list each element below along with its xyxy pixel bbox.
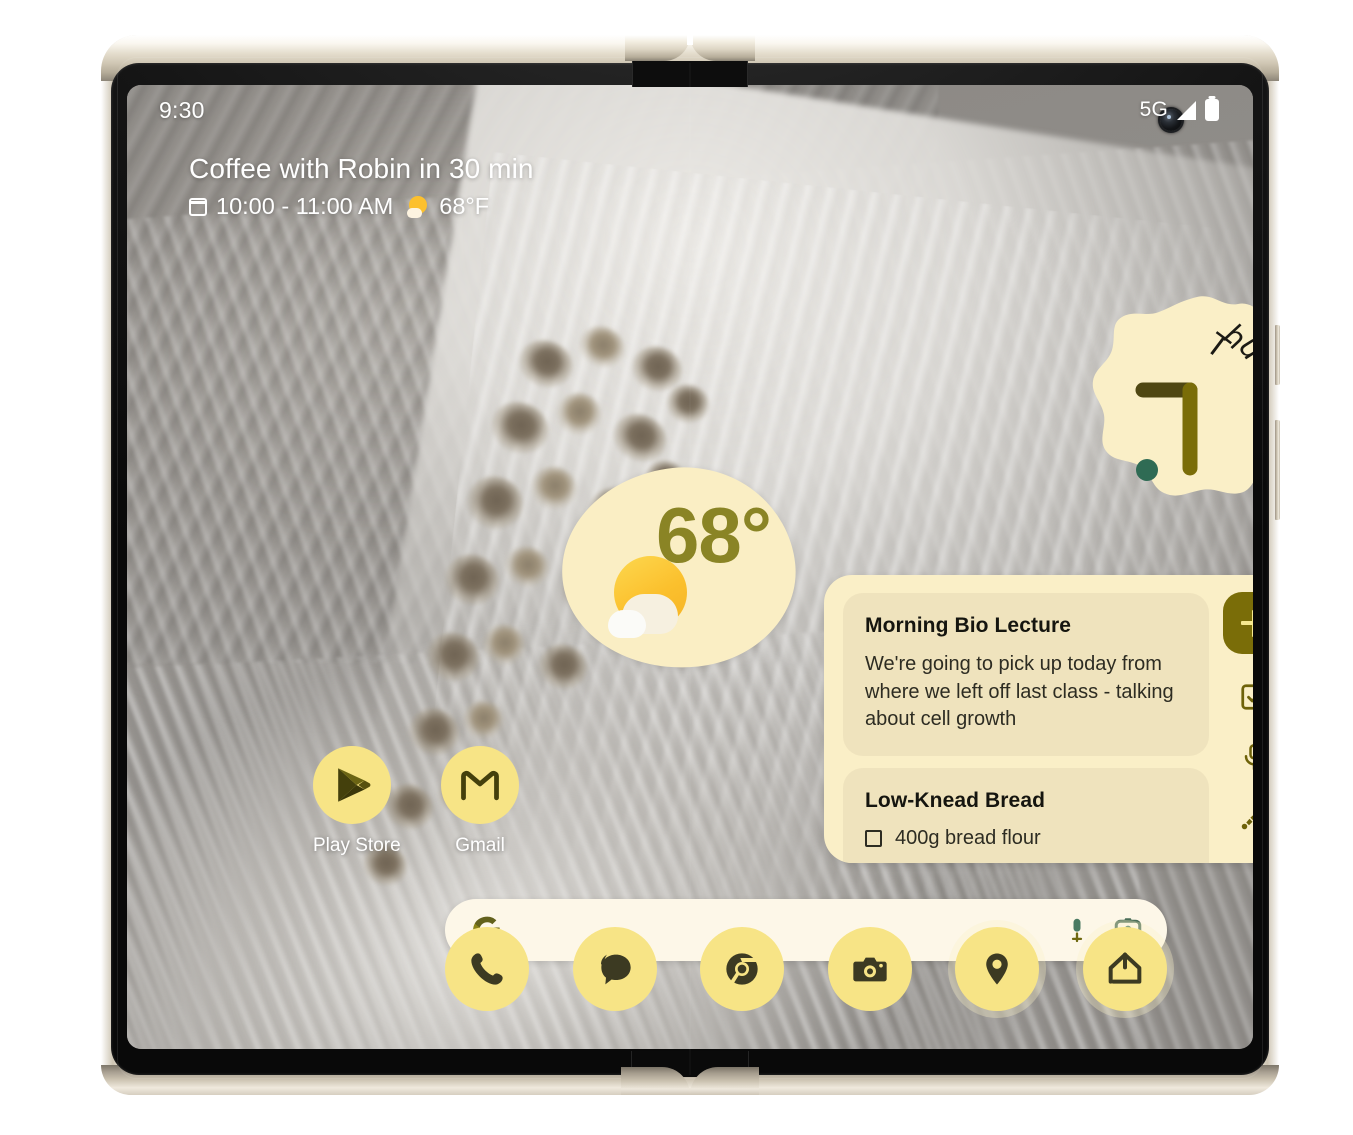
note-card[interactable]: Low-Knead Bread 400g bread flour 8g salt — [843, 767, 1209, 863]
camera-icon — [853, 957, 887, 982]
app-label: Play Store — [313, 835, 401, 856]
battery-full-icon — [1205, 99, 1219, 121]
chrome-icon — [726, 953, 758, 987]
app-play-store[interactable]: Play Store — [313, 746, 401, 857]
play-store-icon — [338, 768, 371, 802]
clock-day-label: T h u 4 — [1199, 318, 1253, 383]
hinge-notch-top — [625, 35, 755, 65]
checkbox-checked-icon — [1241, 684, 1253, 710]
power-button[interactable] — [1275, 325, 1280, 385]
keep-notes-widget[interactable]: Morning Bio Lecture We're going to pick … — [824, 575, 1253, 863]
note-card[interactable]: Morning Bio Lecture We're going to pick … — [843, 593, 1209, 756]
add-note-button[interactable] — [1223, 592, 1253, 654]
dock-app-messages[interactable] — [572, 927, 657, 1011]
note-body: We're going to pick up today from where … — [865, 653, 1174, 731]
pixel-fold-device: 9:30 5G Coffee with Robin in 30 min 10:0… — [101, 35, 1280, 1095]
volume-button[interactable] — [1275, 420, 1280, 520]
status-bar: 9:30 5G — [127, 85, 1253, 135]
checkbox-unchecked-icon[interactable] — [865, 829, 882, 847]
dock-app-camera[interactable] — [827, 927, 912, 1011]
network-type-label: 5G — [1139, 98, 1168, 121]
clock-widget[interactable]: T h u 4 — [1082, 295, 1253, 500]
dock-app-home[interactable] — [1075, 920, 1174, 1018]
home-icon — [1108, 952, 1142, 984]
microphone-icon — [1244, 744, 1253, 770]
new-list-button[interactable] — [1237, 680, 1253, 714]
voice-note-button[interactable] — [1237, 740, 1253, 774]
device-screen[interactable]: 9:30 5G Coffee with Robin in 30 min 10:0… — [127, 85, 1253, 1049]
drawing-note-button[interactable] — [1237, 800, 1253, 834]
app-label: Gmail — [455, 835, 505, 856]
glance-event-title: Coffee with Robin in 30 min — [189, 153, 534, 184]
at-a-glance-widget[interactable]: Coffee with Robin in 30 min 10:00 - 11:0… — [188, 153, 534, 220]
glance-temperature: 68°F — [439, 193, 490, 219]
dock-app-phone[interactable] — [445, 927, 529, 1011]
gmail-icon — [461, 771, 499, 801]
hinge-notch-bottom — [621, 1065, 759, 1095]
home-app-row: Play Store Gmail — [313, 746, 519, 857]
note-list-item[interactable]: 400g bread flour — [865, 827, 1187, 850]
sun-behind-cloud-icon — [407, 195, 431, 218]
messages-icon — [600, 954, 631, 985]
app-gmail[interactable]: Gmail — [441, 746, 519, 857]
note-title: Low-Knead Bread — [865, 788, 1046, 812]
glance-time-range: 10:00 - 11:00 AM — [216, 193, 394, 219]
signal-bars-icon — [1177, 100, 1196, 120]
brush-icon — [1241, 815, 1253, 830]
dock-app-maps[interactable] — [948, 920, 1047, 1018]
maps-pin-icon — [986, 953, 1009, 985]
weather-widget[interactable]: 68° — [552, 456, 805, 680]
keep-action-rail — [1210, 575, 1253, 863]
status-clock: 9:30 — [159, 96, 205, 123]
calendar-icon — [188, 197, 208, 216]
phone-icon — [471, 953, 503, 985]
dock — [445, 920, 1174, 1018]
note-title: Morning Bio Lecture — [865, 614, 1072, 637]
clock-second-dot — [1136, 459, 1158, 481]
dock-app-chrome[interactable] — [700, 927, 785, 1011]
note-list-item-label: 400g bread flour — [895, 826, 1041, 849]
weather-temperature: 68° — [656, 491, 772, 579]
